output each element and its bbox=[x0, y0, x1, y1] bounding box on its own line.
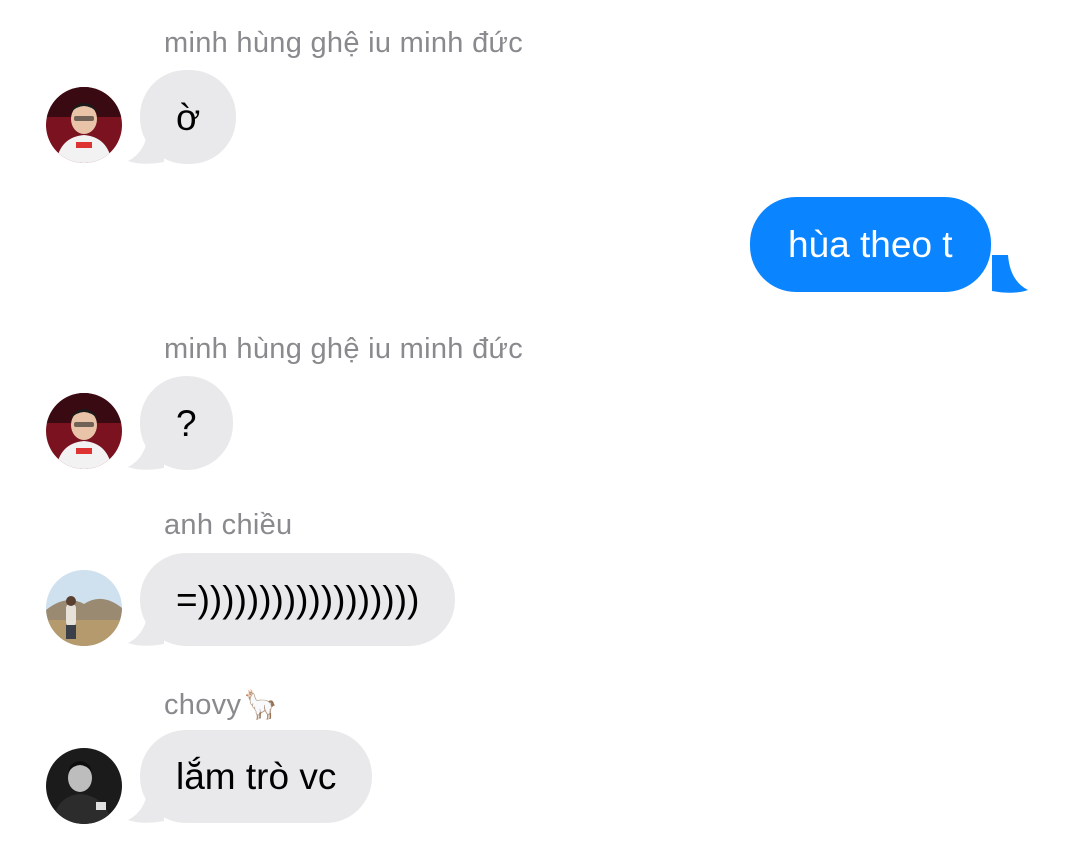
message-text: =)))))))))))))))))) bbox=[176, 579, 420, 620]
message-bubble[interactable]: hùa theo t bbox=[750, 197, 991, 292]
sender-name: minh hùng ghệ iu minh đức bbox=[164, 27, 524, 59]
llama-icon: 🦙 bbox=[243, 688, 279, 721]
avatar-landscape-photo-icon bbox=[46, 570, 122, 646]
message-text: hùa theo t bbox=[788, 224, 953, 265]
sender-name: minh hùng ghệ iu minh đức bbox=[164, 333, 524, 365]
message-text: ? bbox=[176, 402, 197, 444]
message-bubble[interactable]: ? bbox=[140, 376, 233, 470]
message-bubble[interactable]: =)))))))))))))))))) bbox=[140, 553, 456, 646]
message-text: lắm trò vc bbox=[176, 756, 337, 797]
message-bubble[interactable]: lắm trò vc bbox=[140, 730, 373, 823]
bubble-tail bbox=[992, 255, 1028, 293]
avatar-red-jersey-player-icon bbox=[46, 393, 122, 469]
contact-avatar[interactable] bbox=[46, 748, 122, 824]
contact-avatar[interactable] bbox=[46, 570, 122, 646]
avatar-red-jersey-player-icon bbox=[46, 87, 122, 163]
contact-avatar[interactable] bbox=[46, 87, 122, 163]
message-text: ờ bbox=[176, 96, 201, 138]
sender-name-text: chovy bbox=[164, 689, 242, 721]
contact-avatar[interactable] bbox=[46, 393, 122, 469]
sender-name: anh chiều bbox=[164, 509, 293, 541]
sender-name: chovy🦙 bbox=[164, 688, 278, 722]
message-bubble[interactable]: ờ bbox=[140, 70, 237, 164]
avatar-dark-portrait-icon bbox=[46, 748, 122, 824]
